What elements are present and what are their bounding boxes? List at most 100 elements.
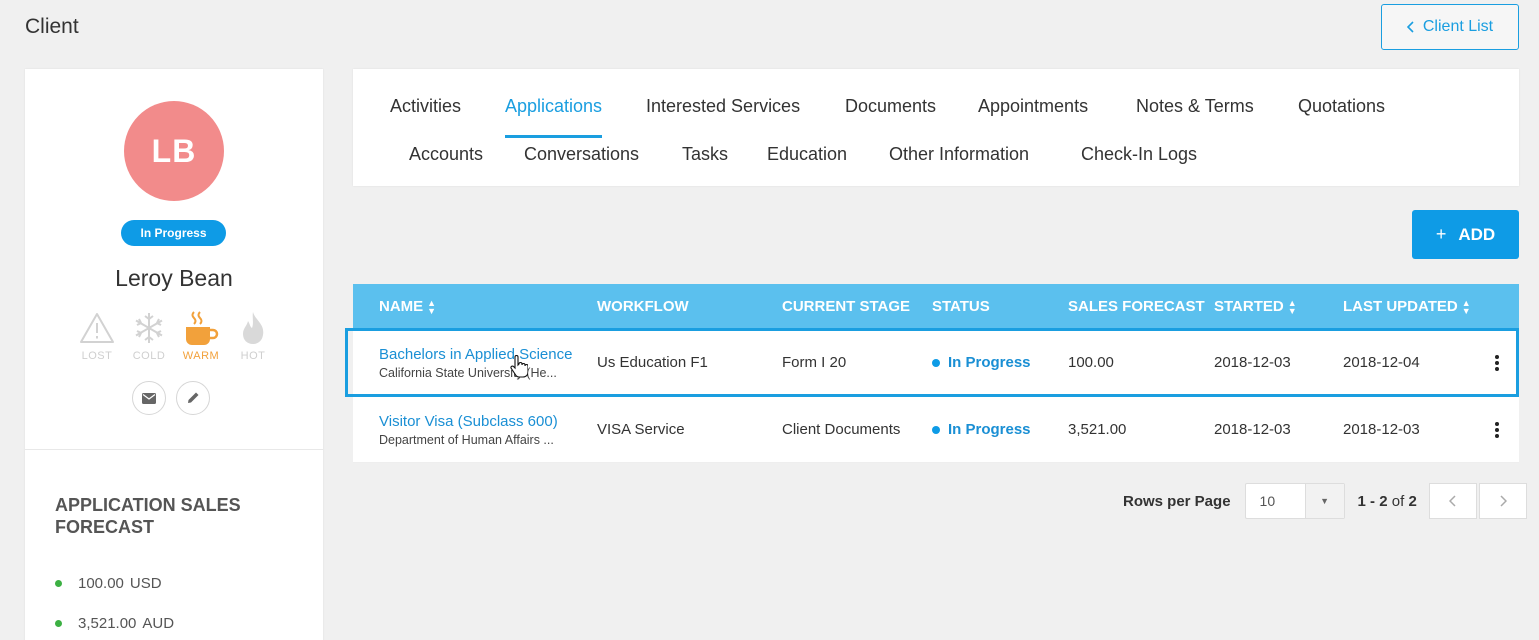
status-text: In Progress: [948, 421, 1031, 438]
table-body: Bachelors in Applied Science California …: [345, 328, 1519, 463]
column-header-status: STATUS: [932, 298, 990, 315]
tab-education[interactable]: Education: [767, 117, 847, 165]
rows-per-page-select[interactable]: 10 ▼: [1244, 483, 1345, 519]
forecast-list: 100.00 USD 3,521.00 AUD: [55, 563, 174, 640]
workflow-cell: Us Education F1: [597, 354, 708, 371]
forecast-currency: USD: [129, 574, 162, 592]
forecast-title: APPLICATION SALES FORECAST: [55, 495, 241, 537]
row-menu-button[interactable]: [1495, 329, 1499, 396]
table-header: NAME ▲ ▼ WORKFLOW CURRENT STAGE STATUS SAL…: [353, 284, 1519, 329]
tab-conversations[interactable]: Conversations: [524, 117, 639, 165]
temperature-cold[interactable]: COLD: [127, 308, 171, 362]
bullet-icon: [55, 619, 62, 627]
temperature-label: LOST: [81, 350, 113, 362]
caret-down-icon: ▼: [1304, 484, 1344, 518]
chevron-left-icon: [1448, 495, 1456, 507]
client-list-button[interactable]: Client List: [1381, 4, 1519, 50]
tab-documents[interactable]: Documents: [845, 69, 936, 117]
temperature-warm[interactable]: WARM: [179, 308, 223, 362]
updated-cell: 2018-12-04: [1343, 354, 1420, 371]
temperature-label: HOT: [240, 350, 266, 362]
institution-name: Department of Human Affairs ...: [379, 432, 554, 447]
application-name-link[interactable]: Bachelors in Applied Science: [379, 346, 572, 363]
divider: [25, 449, 323, 450]
add-label: ADD: [1458, 224, 1496, 244]
tab-activities[interactable]: Activities: [390, 69, 461, 117]
workflow-cell: VISA Service: [597, 421, 685, 438]
status-cell: In Progress: [932, 329, 1031, 396]
sort-icon: ▲ ▼: [1461, 298, 1471, 317]
envelope-icon: [142, 392, 156, 404]
more-vertical-icon: [1495, 354, 1499, 371]
column-label: LAST UPDATED: [1343, 298, 1458, 315]
forecast-item: 3,521.00 AUD: [55, 603, 174, 640]
tab-tasks[interactable]: Tasks: [682, 117, 728, 165]
edit-button[interactable]: [176, 381, 210, 415]
range-of: of: [1391, 492, 1405, 510]
started-cell: 2018-12-03: [1214, 354, 1291, 371]
column-header-started[interactable]: STARTED ▲ ▼: [1214, 284, 1297, 329]
status-dot-icon: [932, 358, 940, 367]
tab-accounts[interactable]: Accounts: [409, 117, 483, 165]
forecast-cell: 100.00: [1068, 354, 1114, 371]
range-total: 2: [1408, 492, 1417, 510]
add-application-button[interactable]: + ADD: [1412, 210, 1519, 259]
pencil-icon: [188, 392, 199, 403]
status-dot-icon: [932, 425, 940, 434]
temperature-hot[interactable]: HOT: [231, 308, 275, 362]
chevron-right-icon: [1500, 495, 1507, 507]
tab-other-information[interactable]: Other Information: [889, 117, 1029, 165]
profile-actions: [132, 381, 210, 415]
table-row[interactable]: Visitor Visa (Subclass 600) Department o…: [353, 396, 1519, 463]
tab-notes-terms[interactable]: Notes & Terms: [1136, 69, 1254, 117]
bullet-icon: [55, 579, 62, 587]
name-cell: Bachelors in Applied Science California …: [379, 329, 572, 396]
next-page-button[interactable]: [1478, 483, 1527, 519]
tab-applications[interactable]: Applications: [505, 69, 603, 138]
prev-page-button[interactable]: [1428, 483, 1477, 519]
tab-bar: Activities Applications Interested Servi…: [353, 69, 1519, 186]
forecast-amount: 3,521.00: [78, 614, 137, 632]
warning-icon: [79, 308, 115, 348]
status-text: In Progress: [948, 354, 1031, 371]
stage-cell: Form I 20: [782, 354, 847, 371]
sort-icon: ▲ ▼: [1287, 298, 1297, 317]
email-button[interactable]: [132, 381, 166, 415]
sort-icon: ▲ ▼: [427, 298, 437, 317]
forecast-cell: 3,521.00: [1068, 421, 1127, 438]
column-header-name[interactable]: NAME ▲ ▼: [379, 284, 436, 329]
name-cell: Visitor Visa (Subclass 600) Department o…: [379, 396, 558, 463]
row-menu-button[interactable]: [1495, 396, 1499, 463]
temperature-label: COLD: [132, 350, 166, 362]
forecast-currency: AUD: [142, 614, 175, 632]
more-vertical-icon: [1495, 421, 1499, 438]
client-profile-card: LB In Progress Leroy Bean LOST COLD WARM: [25, 69, 323, 640]
institution-name: California State University (He...: [379, 365, 557, 380]
stage-cell: Client Documents: [782, 421, 901, 438]
range-start: 1: [1357, 492, 1366, 510]
coffee-icon: [183, 308, 219, 348]
tab-interested-services[interactable]: Interested Services: [646, 69, 800, 117]
temperature-rating: LOST COLD WARM HOT: [75, 308, 275, 362]
snowflake-icon: [132, 308, 166, 348]
plus-icon: +: [1435, 224, 1447, 244]
forecast-item: 100.00 USD: [55, 563, 174, 603]
forecast-amount: 100.00: [78, 574, 124, 592]
status-badge: In Progress: [121, 220, 226, 246]
pagination: Rows per Page 10 ▼ 1 - 2 of 2: [1123, 483, 1527, 519]
started-cell: 2018-12-03: [1214, 421, 1291, 438]
column-header-last-updated[interactable]: LAST UPDATED ▲ ▼: [1343, 284, 1471, 329]
page-title: Client: [25, 15, 79, 38]
client-list-label: Client List: [1422, 18, 1494, 35]
application-name-link[interactable]: Visitor Visa (Subclass 600): [379, 413, 558, 430]
tab-appointments[interactable]: Appointments: [978, 69, 1088, 117]
flame-icon: [239, 308, 267, 348]
tab-check-in-logs[interactable]: Check-In Logs: [1081, 117, 1197, 165]
range-end: 2: [1379, 492, 1388, 510]
tab-quotations[interactable]: Quotations: [1298, 69, 1385, 117]
temperature-lost[interactable]: LOST: [75, 308, 119, 362]
rows-per-page-label: Rows per Page: [1123, 492, 1231, 510]
column-header-current-stage: CURRENT STAGE: [782, 298, 911, 315]
avatar: LB: [124, 101, 224, 201]
column-header-sales-forecast: SALES FORECAST: [1068, 298, 1205, 315]
